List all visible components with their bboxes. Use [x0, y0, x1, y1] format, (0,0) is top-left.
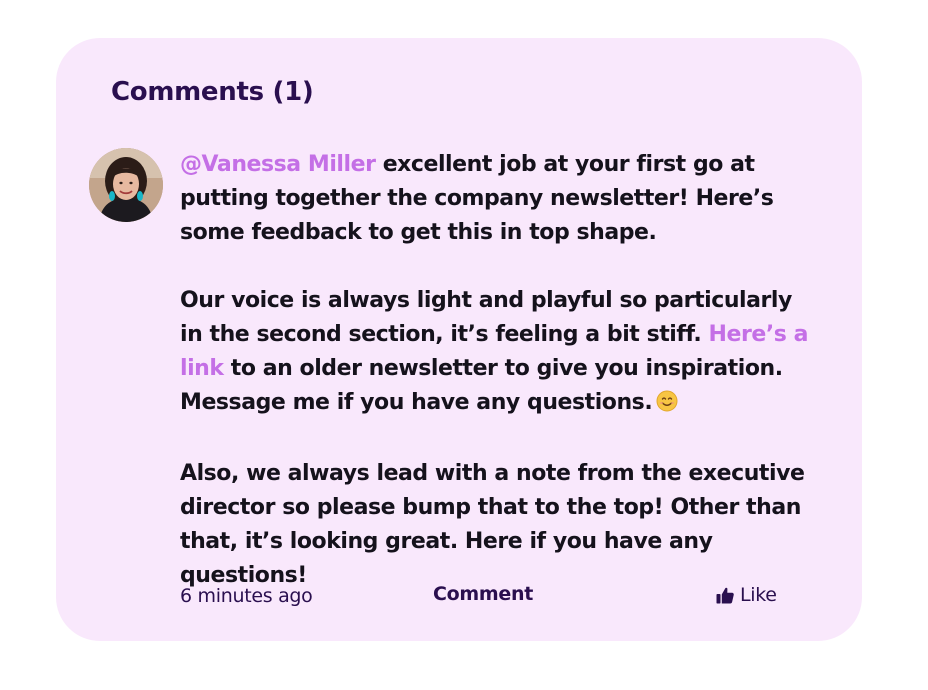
user-avatar[interactable]: [89, 148, 163, 222]
like-label: Like: [740, 584, 777, 606]
avatar-photo-icon: [89, 148, 163, 222]
mention-link[interactable]: @Vanessa Miller: [180, 152, 376, 177]
comment-paragraph-2-text-continued: to an older newsletter to give you inspi…: [180, 356, 783, 415]
like-button[interactable]: Like: [716, 584, 777, 606]
comment-paragraph-2-text: Our voice is always light and playful so…: [180, 288, 792, 347]
comment-button[interactable]: Comment: [433, 583, 533, 605]
comment-paragraph-2: Our voice is always light and playful so…: [180, 284, 820, 423]
comments-title: Comments (1): [111, 77, 314, 107]
thumbs-up-icon: [716, 587, 734, 604]
comment-footer: 6 minutes ago Comment Like: [180, 583, 780, 611]
comments-card: Comments (1) @Vanessa Miller excellent j…: [56, 38, 862, 641]
smiling-face-emoji-icon: [656, 389, 678, 423]
comment-paragraph-1: @Vanessa Miller excellent job at your fi…: [180, 148, 820, 250]
comment-paragraph-3: Also, we always lead with a note from th…: [180, 461, 805, 588]
comment-timestamp: 6 minutes ago: [180, 585, 313, 607]
comment-body: @Vanessa Miller excellent job at your fi…: [180, 148, 820, 593]
